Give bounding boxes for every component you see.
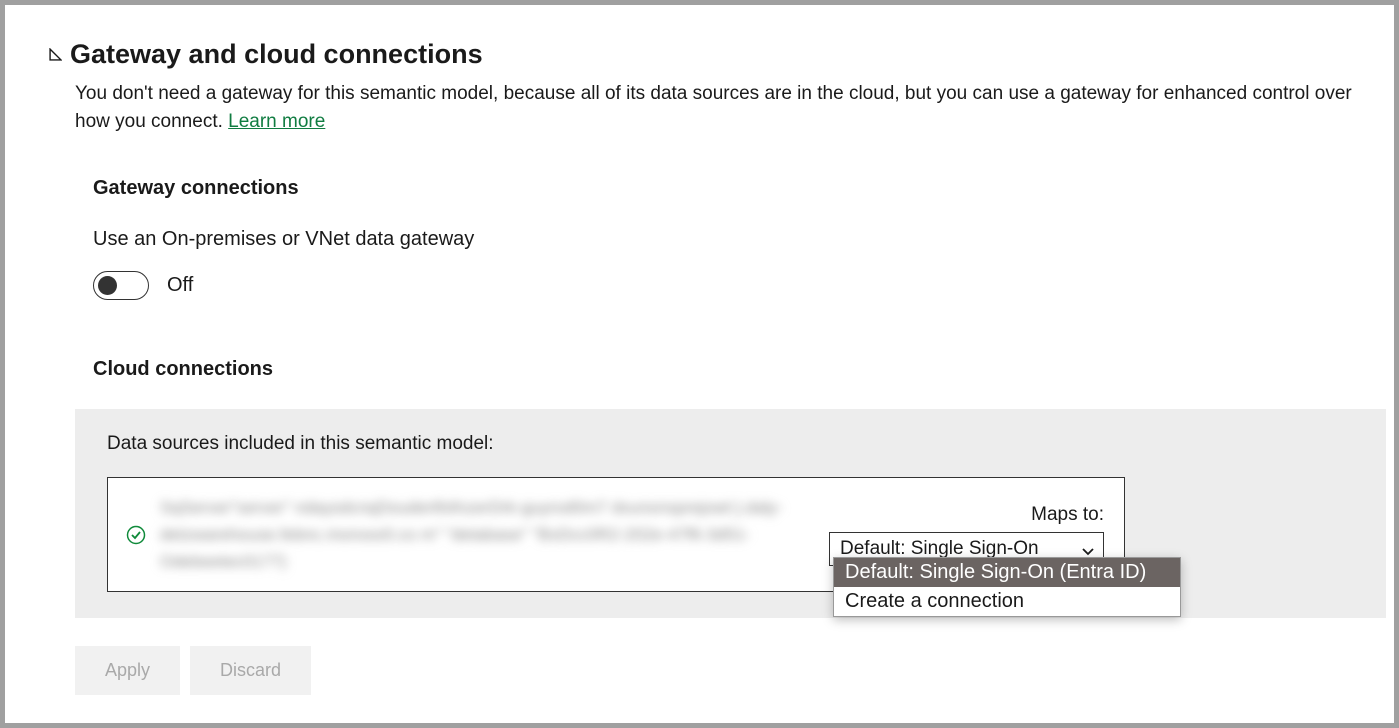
action-buttons: Apply Discard	[75, 646, 1386, 695]
collapse-triangle-icon[interactable]	[49, 48, 62, 61]
gateway-toggle-row: Off	[93, 271, 1386, 300]
page-title: Gateway and cloud connections	[70, 39, 483, 70]
section-description: You don't need a gateway for this semant…	[75, 80, 1386, 135]
dropdown-option-create[interactable]: Create a connection	[834, 587, 1180, 616]
gateway-toggle-label: Use an On-premises or VNet data gateway	[93, 228, 1386, 251]
data-sources-panel: Data sources included in this semantic m…	[75, 409, 1386, 618]
section-header: Gateway and cloud connections	[49, 39, 1386, 70]
success-check-icon	[126, 525, 146, 545]
gateway-toggle-switch[interactable]	[93, 271, 149, 300]
learn-more-link[interactable]: Learn more	[228, 111, 325, 132]
cloud-connections-heading: Cloud connections	[93, 358, 1386, 381]
toggle-knob	[98, 276, 117, 295]
data-source-connection-string: SqServer"server" ndaysdcnqDoudertfofnzer…	[160, 494, 815, 576]
apply-button[interactable]: Apply	[75, 646, 180, 695]
dropdown-option-sso[interactable]: Default: Single Sign-On (Entra ID)	[834, 558, 1180, 587]
gateway-connections-heading: Gateway connections	[93, 177, 1386, 200]
maps-to-label: Maps to:	[1031, 504, 1104, 526]
chevron-down-icon	[1081, 542, 1095, 556]
data-sources-label: Data sources included in this semantic m…	[107, 433, 1354, 455]
dropdown-menu: Default: Single Sign-On (Entra ID) Creat…	[833, 557, 1181, 617]
toggle-state-text: Off	[167, 274, 193, 297]
discard-button[interactable]: Discard	[190, 646, 311, 695]
